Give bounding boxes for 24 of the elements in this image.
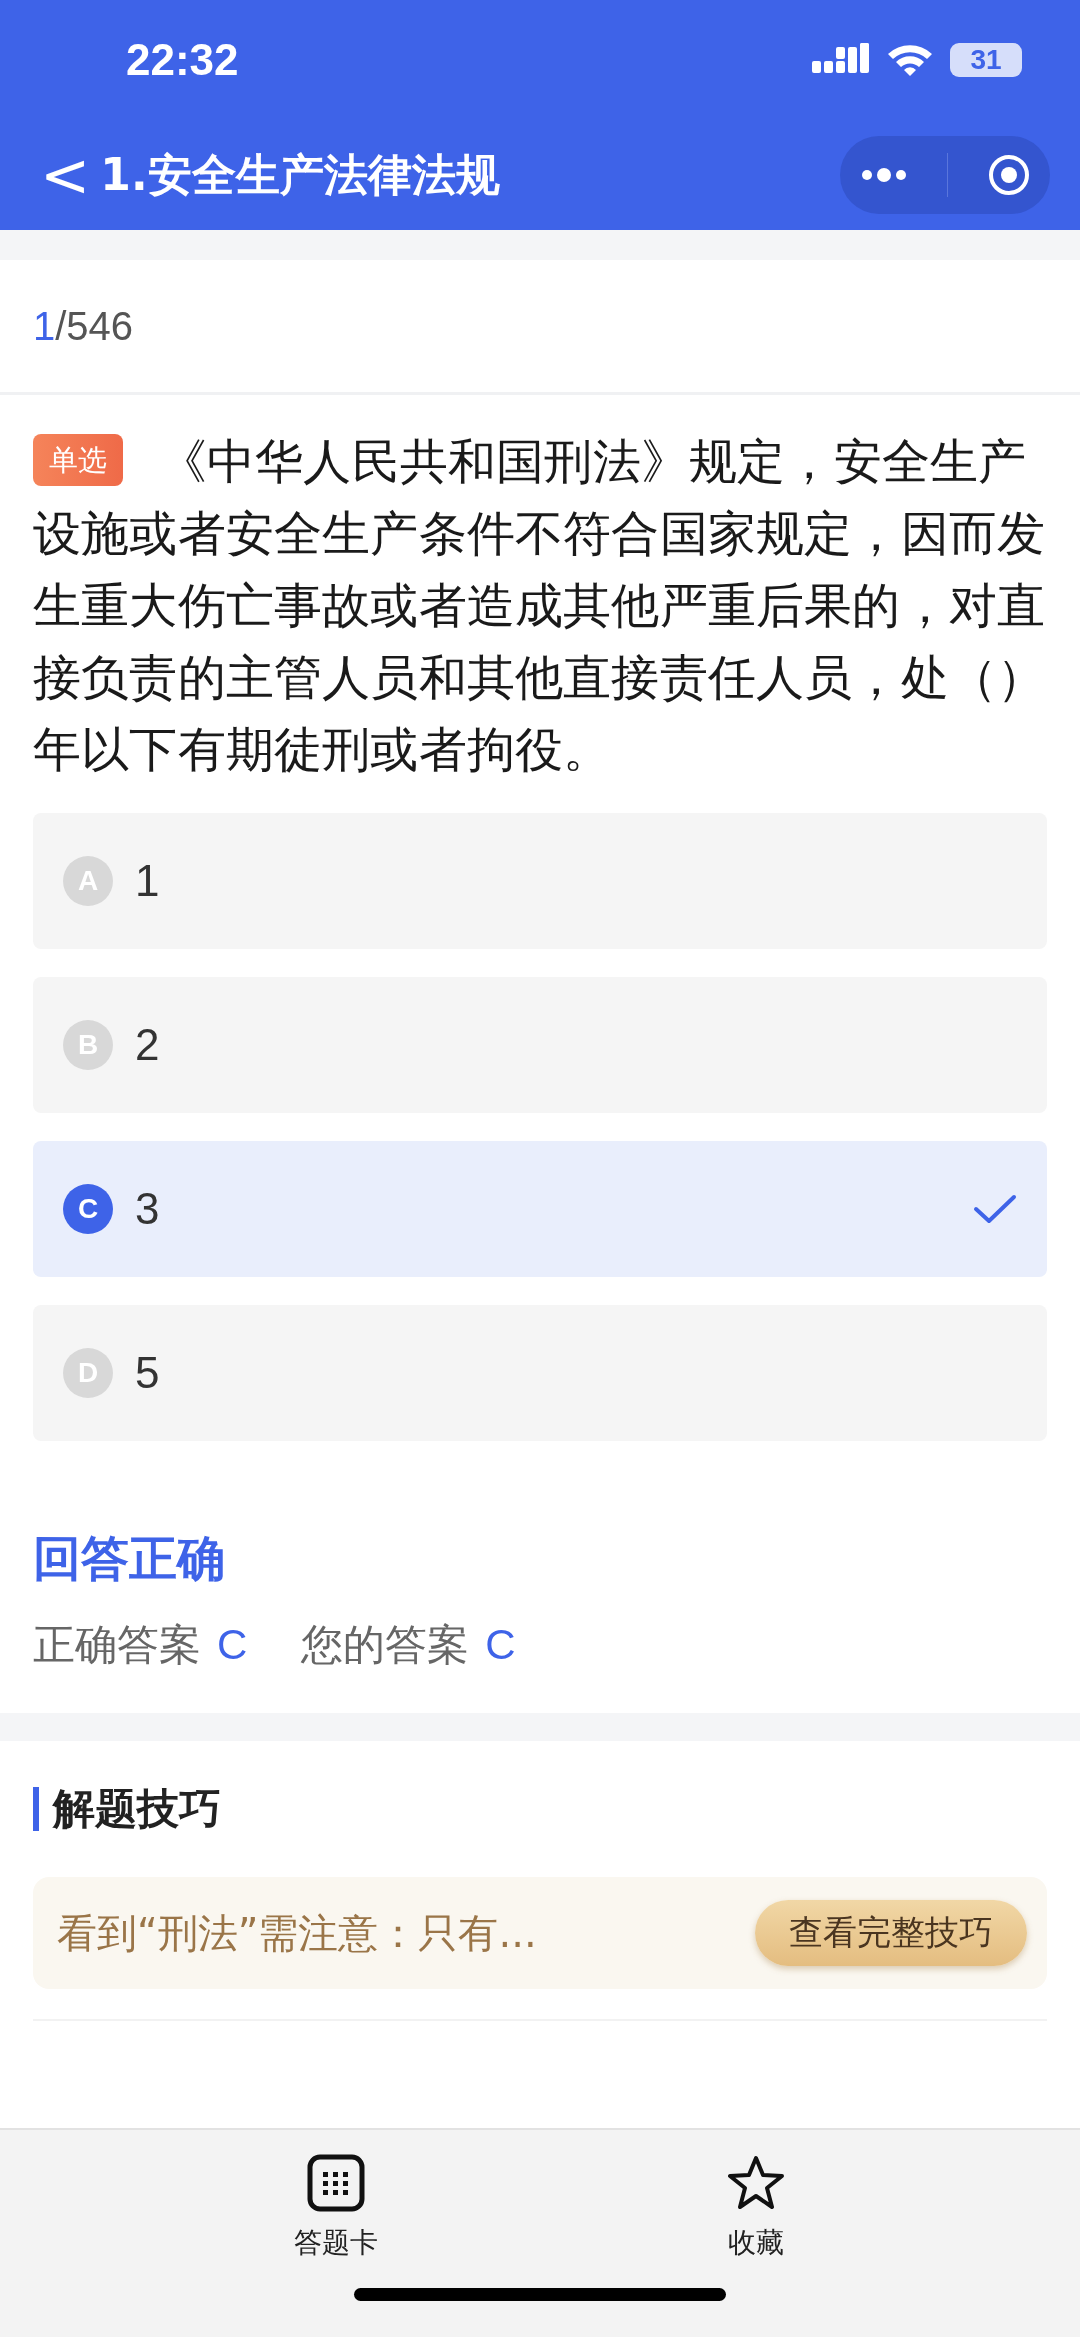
your-answer-value: C bbox=[485, 1621, 516, 1669]
wifi-icon bbox=[886, 43, 934, 77]
battery-icon: 31 bbox=[950, 43, 1022, 77]
tab-label[interactable]: 答题卡 bbox=[294, 2224, 378, 2262]
star-icon[interactable] bbox=[726, 2154, 786, 2212]
close-icon[interactable] bbox=[986, 153, 1031, 197]
tip-preview: 看到“刑法”需注意：只有... bbox=[57, 1908, 537, 1958]
question-text: 单选 《中华人民共和国刑法》规定，安全生产设施或者安全生产条件不符合国家规定，因而发生重大伤亡事故或者造成其他严重后果的，对直接负责的主管人员和其他直接责任人员，处（）年以下有期徒刑或者拘役。 bbox=[33, 432, 1047, 779]
tab-label[interactable]: 收藏 bbox=[728, 2224, 784, 2262]
correct-answer-value: C bbox=[217, 1621, 248, 1669]
check-icon bbox=[973, 1194, 1017, 1224]
your-answer-label: 您的答案 bbox=[301, 1619, 470, 1671]
grid-icon[interactable] bbox=[307, 2154, 365, 2212]
back-button[interactable]: < bbox=[40, 145, 101, 205]
result-status: 回答正确 bbox=[33, 1529, 226, 1588]
correct-answer-label: 正确答案 bbox=[33, 1619, 201, 1671]
question-type-tag: 单选 bbox=[33, 434, 124, 486]
status-time: 22:32 bbox=[126, 35, 239, 85]
question-counter: 1/546 bbox=[33, 303, 134, 349]
section-heading: 解题技巧 bbox=[53, 1783, 221, 1835]
page-title: 1.安全生产法律法规 bbox=[100, 147, 501, 202]
view-tip-button[interactable]: 查看完整技巧 bbox=[755, 1900, 1027, 1966]
answer-option[interactable]: C 3 bbox=[33, 1141, 1047, 1277]
option-letter: C bbox=[63, 1184, 113, 1234]
